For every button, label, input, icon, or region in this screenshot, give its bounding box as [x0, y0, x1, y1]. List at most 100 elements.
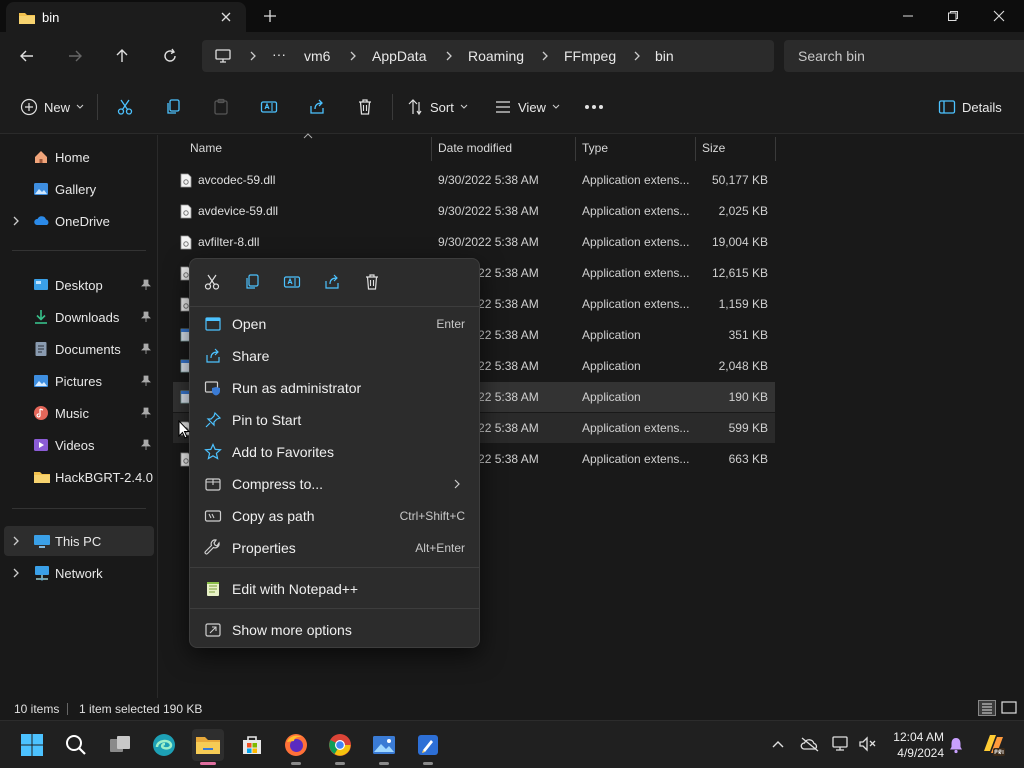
pin-icon[interactable] — [141, 279, 151, 291]
sidebar-item-music[interactable]: Music — [0, 398, 156, 428]
chrome-button[interactable] — [324, 729, 356, 765]
app-button[interactable] — [412, 729, 444, 765]
column-divider[interactable] — [575, 137, 576, 161]
sort-button[interactable]: Sort — [408, 95, 468, 119]
back-button[interactable] — [15, 44, 39, 68]
refresh-button[interactable] — [158, 44, 182, 68]
breadcrumb-bin[interactable]: bin — [655, 48, 674, 64]
column-header-date[interactable]: Date modified — [438, 135, 512, 161]
column-header-name[interactable]: Name — [190, 135, 222, 161]
cloud-offline-icon[interactable] — [800, 736, 820, 752]
breadcrumb-roaming[interactable]: Roaming — [468, 48, 524, 64]
table-row[interactable]: avcodec-59.dll 9/30/2022 5:38 AM Applica… — [173, 165, 775, 195]
menu-cut-button[interactable] — [200, 270, 224, 294]
menu-item-edit-with-notepad-plus-plus[interactable]: Edit with Notepad++ — [194, 574, 475, 604]
new-tab-icon[interactable] — [262, 8, 278, 24]
network-icon[interactable] — [832, 736, 852, 752]
file-explorer-button[interactable] — [192, 729, 224, 765]
up-button[interactable] — [110, 44, 134, 68]
sidebar-item-hackbgrt[interactable]: HackBGRT-2.4.0 — [0, 462, 156, 492]
app-button[interactable] — [368, 729, 400, 765]
pin-icon[interactable] — [141, 407, 151, 419]
menu-item-run-as-administrator[interactable]: Run as administrator — [194, 373, 475, 403]
tiles-view-icon[interactable] — [1000, 700, 1018, 716]
address-bar[interactable]: ··· vm6 AppData Roaming FFmpeg bin — [202, 40, 774, 72]
sidebar-item-home[interactable]: Home — [0, 142, 156, 172]
sidebar-item-gallery[interactable]: Gallery — [0, 174, 156, 204]
pin-icon[interactable] — [141, 343, 151, 355]
breadcrumb-vm6[interactable]: vm6 — [304, 48, 330, 64]
chevron-right-icon[interactable] — [348, 50, 358, 62]
chevron-right-icon[interactable] — [632, 50, 642, 62]
this-pc-icon[interactable] — [214, 48, 232, 64]
restore-button[interactable] — [930, 0, 976, 32]
copilot-preview-icon[interactable] — [980, 731, 1006, 757]
chevron-right-icon[interactable] — [444, 50, 454, 62]
breadcrumb-ellipsis[interactable]: ··· — [272, 46, 286, 62]
menu-item-copy-as-path[interactable]: Copy as path Ctrl+Shift+C — [194, 501, 475, 531]
menu-copy-button[interactable] — [240, 270, 264, 294]
menu-delete-button[interactable] — [360, 270, 384, 294]
new-button[interactable]: New — [20, 95, 84, 119]
sidebar-item-network[interactable]: Network — [0, 558, 156, 588]
pin-icon[interactable] — [141, 439, 151, 451]
close-window-button[interactable] — [976, 0, 1022, 32]
rename-button[interactable] — [260, 95, 278, 119]
table-row[interactable]: avdevice-59.dll 9/30/2022 5:38 AM Applic… — [173, 196, 775, 226]
sidebar-item-desktop[interactable]: Desktop — [0, 270, 156, 300]
search-input[interactable]: Search bin — [784, 40, 1024, 72]
pin-icon[interactable] — [141, 311, 151, 323]
share-button[interactable] — [308, 95, 326, 119]
copy-button[interactable] — [164, 95, 182, 119]
volume-muted-icon[interactable] — [858, 736, 878, 752]
more-options-button[interactable] — [584, 95, 604, 119]
microsoft-store-button[interactable] — [236, 729, 268, 761]
column-header-size[interactable]: Size — [702, 135, 725, 161]
sidebar-item-onedrive[interactable]: OneDrive — [0, 206, 156, 236]
start-button[interactable] — [16, 729, 48, 761]
menu-item-properties[interactable]: Properties Alt+Enter — [194, 533, 475, 563]
breadcrumb-appdata[interactable]: AppData — [372, 48, 426, 64]
firefox-button[interactable] — [280, 729, 312, 765]
paste-button[interactable] — [212, 95, 230, 119]
menu-item-compress-to[interactable]: Compress to... — [194, 469, 475, 499]
column-divider[interactable] — [775, 137, 776, 161]
tab-bin[interactable]: bin — [6, 2, 246, 32]
chevron-right-icon[interactable] — [11, 535, 21, 547]
menu-share-button[interactable] — [320, 270, 344, 294]
menu-item-open[interactable]: Open Enter — [194, 309, 475, 339]
table-row[interactable]: avfilter-8.dll 9/30/2022 5:38 AM Applica… — [173, 227, 775, 257]
column-divider[interactable] — [431, 137, 432, 161]
bell-icon[interactable] — [948, 736, 964, 754]
delete-button[interactable] — [356, 95, 374, 119]
edge-button[interactable] — [148, 729, 180, 761]
details-view-icon[interactable] — [978, 700, 996, 716]
search-button[interactable] — [60, 729, 92, 761]
cut-button[interactable] — [116, 95, 134, 119]
chevron-right-icon[interactable] — [248, 50, 258, 62]
menu-item-pin-to-start[interactable]: Pin to Start — [194, 405, 475, 435]
chevron-right-icon[interactable] — [11, 567, 21, 579]
pin-icon[interactable] — [141, 375, 151, 387]
view-button[interactable]: View — [494, 95, 560, 119]
sidebar-item-pictures[interactable]: Pictures — [0, 366, 156, 396]
menu-rename-button[interactable] — [280, 270, 304, 294]
menu-item-show-more-options[interactable]: Show more options — [194, 615, 475, 645]
menu-item-add-to-favorites[interactable]: Add to Favorites — [194, 437, 475, 467]
chevron-right-icon[interactable] — [11, 215, 21, 227]
menu-item-share[interactable]: Share — [194, 341, 475, 371]
chevron-up-icon[interactable] — [771, 739, 785, 749]
sidebar-item-videos[interactable]: Videos — [0, 430, 156, 460]
forward-button[interactable] — [63, 44, 87, 68]
clock[interactable]: 12:04 AM 4/9/2024 — [886, 729, 944, 761]
column-divider[interactable] — [695, 137, 696, 161]
task-view-button[interactable] — [104, 729, 136, 761]
sidebar-item-downloads[interactable]: Downloads — [0, 302, 156, 332]
sidebar-item-documents[interactable]: Documents — [0, 334, 156, 364]
details-button[interactable]: Details — [938, 95, 1002, 119]
minimize-button[interactable] — [885, 0, 931, 32]
sidebar-item-this-pc[interactable]: This PC — [4, 526, 154, 556]
close-tab-icon[interactable] — [218, 9, 234, 25]
breadcrumb-ffmpeg[interactable]: FFmpeg — [564, 48, 616, 64]
column-header-type[interactable]: Type — [582, 135, 608, 161]
